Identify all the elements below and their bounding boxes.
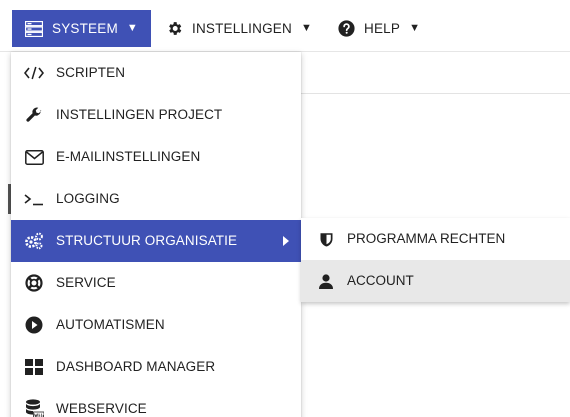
menu-item-scripten[interactable]: SCRIPTEN (11, 52, 301, 94)
help-icon (337, 20, 355, 38)
terminal-icon (24, 189, 44, 209)
gear-icon (165, 20, 183, 38)
menu-systeem-label: SYSTEEM (52, 21, 118, 36)
menu-item-label: STRUCTUUR ORGANISATIE (56, 233, 238, 248)
menu-item-label: SCRIPTEN (56, 65, 126, 80)
menu-help-label: HELP (364, 21, 401, 36)
submenu-item-label: ACCOUNT (347, 273, 414, 288)
caret-down-icon: ▼ (409, 22, 421, 34)
menu-item-webservice[interactable]: WEBSERVICE (11, 388, 301, 417)
shield-icon (318, 230, 334, 248)
gears-icon (24, 231, 44, 251)
menu-item-label: INSTELLINGEN PROJECT (56, 107, 223, 122)
menu-item-label: AUTOMATISMEN (56, 317, 165, 332)
menu-systeem[interactable]: SYSTEEM ▼ (12, 10, 151, 47)
menu-item-logging[interactable]: LOGGING (11, 178, 301, 220)
content-divider (301, 93, 570, 94)
menu-item-service[interactable]: SERVICE (11, 262, 301, 304)
menu-item-dashboard-manager[interactable]: DASHBOARD MANAGER (11, 346, 301, 388)
user-icon (318, 272, 334, 290)
menu-instellingen[interactable]: INSTELLINGEN ▼ (163, 10, 312, 47)
menu-item-label: LOGGING (56, 191, 120, 206)
systeem-dropdown-menu: SCRIPTEN INSTELLINGEN PROJECT E-MAILINST… (11, 52, 301, 417)
submenu-item-programma-rechten[interactable]: PROGRAMMA RECHTEN (301, 218, 570, 260)
wrench-icon (24, 105, 44, 125)
menu-item-label: E-MAILINSTELLINGEN (56, 149, 201, 164)
menu-item-label: WEBSERVICE (56, 401, 147, 416)
menu-item-emailinstellingen[interactable]: E-MAILINSTELLINGEN (11, 136, 301, 178)
play-circle-icon (24, 315, 44, 335)
top-menu-bar: SYSTEEM ▼ INSTELLINGEN ▼ HELP ▼ (0, 0, 570, 52)
caret-down-icon: ▼ (300, 22, 313, 34)
menu-help[interactable]: HELP ▼ (337, 10, 420, 47)
menu-item-automatismen[interactable]: AUTOMATISMEN (11, 304, 301, 346)
database-web-icon (24, 399, 44, 417)
submenu-arrow-icon (283, 236, 289, 246)
menu-instellingen-label: INSTELLINGEN (192, 21, 292, 36)
app-window: SYSTEEM ▼ INSTELLINGEN ▼ HELP ▼ SCRIPTEN (0, 0, 570, 417)
server-icon (25, 20, 43, 38)
submenu-item-account[interactable]: ACCOUNT (301, 260, 570, 302)
envelope-icon (24, 147, 44, 167)
dashboard-grid-icon (24, 357, 44, 377)
menu-item-structuur-organisatie[interactable]: STRUCTUUR ORGANISATIE (11, 220, 301, 262)
submenu-item-label: PROGRAMMA RECHTEN (347, 231, 506, 246)
menu-item-instellingen-project[interactable]: INSTELLINGEN PROJECT (11, 94, 301, 136)
caret-down-icon: ▼ (126, 22, 139, 34)
menu-item-label: SERVICE (56, 275, 116, 290)
menu-item-label: DASHBOARD MANAGER (56, 359, 216, 374)
code-icon (24, 63, 44, 83)
structuur-organisatie-submenu: PROGRAMMA RECHTEN ACCOUNT (301, 218, 570, 302)
lifebuoy-icon (24, 273, 44, 293)
